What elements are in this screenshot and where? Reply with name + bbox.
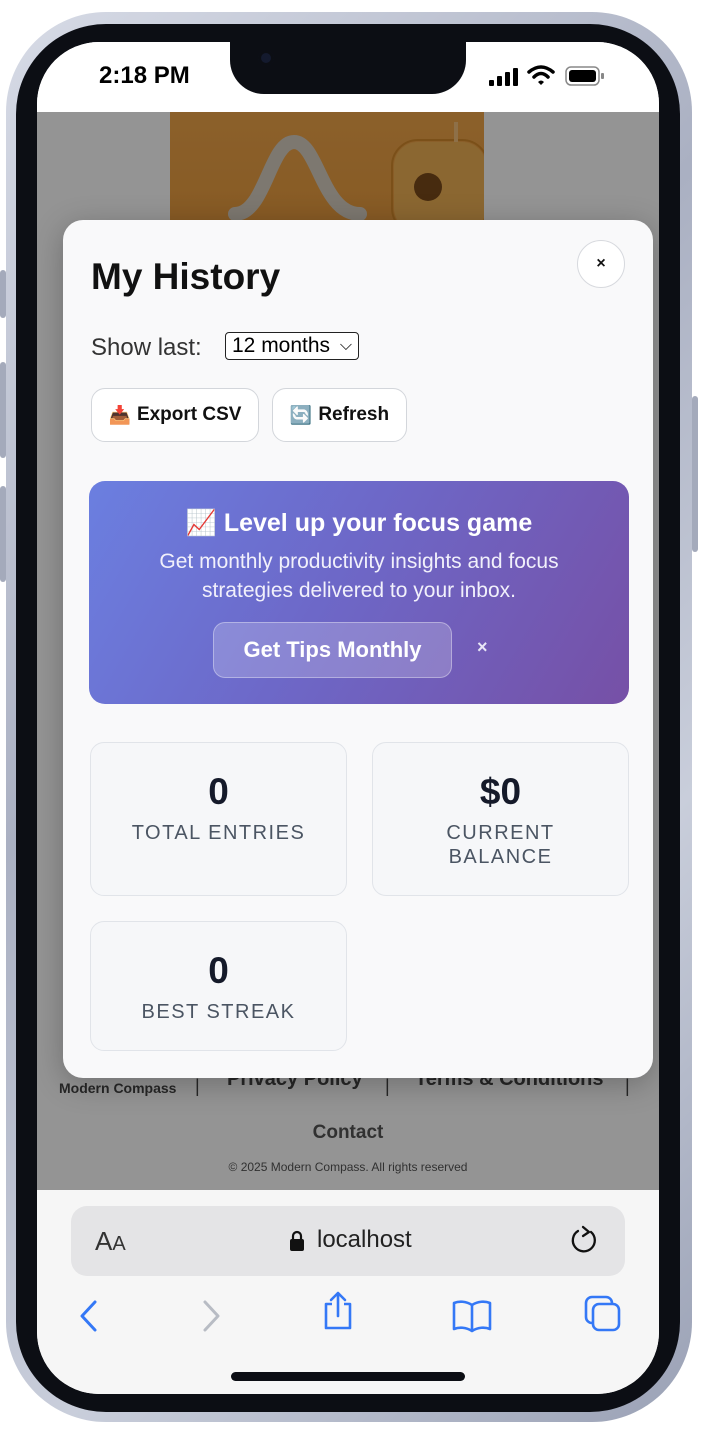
reload-icon[interactable] (569, 1224, 599, 1256)
promo-title: 📈 Level up your focus game (89, 509, 629, 538)
camera-icon (258, 50, 274, 66)
period-select-value: 12 months (232, 334, 331, 357)
dynamic-island (230, 42, 466, 94)
promo-banner: 📈 Level up your focus game Get monthly p… (89, 481, 629, 704)
screen: 2:18 PM Modern Compass | Privacy Policy … (37, 42, 659, 1394)
share-icon[interactable] (321, 1290, 355, 1332)
stat-label: TOTAL ENTRIES (131, 822, 306, 844)
refresh-button[interactable]: 🔄 Refresh (272, 388, 407, 442)
power-button (692, 396, 698, 552)
home-indicator[interactable] (231, 1372, 465, 1381)
chevron-down-icon: ⌵ (339, 337, 352, 354)
close-button[interactable]: × (577, 240, 625, 288)
status-time: 2:18 PM (99, 62, 190, 89)
aa-small: A (112, 1233, 126, 1255)
stat-value: 0 (208, 950, 229, 991)
aa-large: A (95, 1226, 113, 1256)
stat-label: CURRENT BALANCE (446, 822, 555, 868)
back-icon[interactable] (77, 1298, 101, 1334)
inbox-tray-icon: 📥 (108, 404, 131, 425)
modal-title: My History (91, 256, 281, 297)
period-select[interactable]: 12 months ⌵ (225, 332, 359, 360)
address-bar[interactable]: AA localhost (71, 1206, 625, 1276)
stat-card-current-balance: $0 CURRENT BALANCE (372, 742, 629, 896)
show-last-label: Show last: (91, 334, 202, 361)
lock-icon (290, 1230, 304, 1251)
refresh-label: Refresh (318, 404, 390, 425)
promo-description: Get monthly productivity insights and fo… (159, 550, 559, 602)
get-tips-button[interactable]: Get Tips Monthly (213, 622, 452, 678)
action-button (0, 270, 6, 318)
promo-title-text: Level up your focus game (223, 509, 533, 537)
url-host: localhost (317, 1226, 412, 1253)
export-csv-label: Export CSV (136, 404, 242, 425)
chart-increasing-icon: 📈 (185, 509, 217, 537)
stat-value: $0 (479, 771, 522, 812)
export-csv-button[interactable]: 📥 Export CSV (91, 388, 259, 442)
battery-icon (565, 66, 604, 86)
reader-settings-button[interactable]: AA (95, 1226, 126, 1257)
stat-card-best-streak: 0 BEST STREAK (90, 921, 347, 1051)
refresh-icon: 🔄 (289, 404, 313, 425)
signal-icon (489, 68, 518, 86)
forward-icon[interactable] (199, 1298, 223, 1334)
stat-label: BEST STREAK (141, 1001, 296, 1023)
volume-down-button (0, 486, 6, 582)
stat-card-total-entries: 0 TOTAL ENTRIES (90, 742, 347, 896)
bookmarks-icon[interactable] (451, 1298, 493, 1334)
volume-up-button (0, 362, 6, 458)
stat-value: 0 (208, 771, 229, 812)
promo-dismiss-button[interactable]: × (477, 637, 488, 658)
safari-toolbar: AA localhost (37, 1190, 659, 1394)
wifi-icon (527, 65, 555, 85)
history-modal: × My History Show last: 12 months ⌵ 📥 Ex… (63, 220, 653, 1078)
tabs-icon[interactable] (583, 1294, 623, 1334)
